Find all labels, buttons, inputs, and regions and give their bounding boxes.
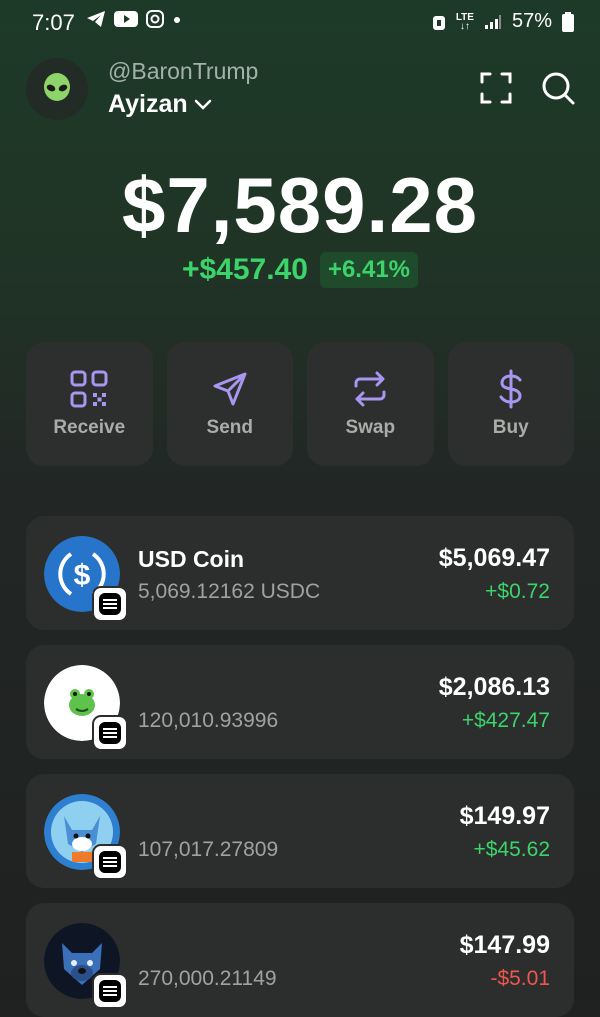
scan-icon[interactable] [476,68,516,108]
network-type: LTE ↓↑ [455,11,474,32]
status-time: 7:07 [32,10,75,35]
status-bar: 7:07 LTE ↓↑ 57% [0,0,600,44]
solana-icon [103,986,117,996]
alarm-icon [432,15,445,30]
token-name: USD Coin [138,546,245,572]
receive-button[interactable]: Receive [26,342,153,466]
receive-label: Receive [53,417,126,438]
buy-button[interactable]: Buy [447,342,574,466]
token-value: $147.99 [459,931,550,959]
balance-change: +$457.40 +6.41% [0,252,600,288]
token-amount: 120,010.93996 [138,709,279,732]
buy-label: Buy [492,417,529,438]
chevron-down-icon [194,99,211,110]
token-row-frog[interactable]: 120,010.93996 $2,086.13 +$427.47 [26,645,574,759]
token-change: +$45.62 [473,838,551,861]
token-change: +$0.72 [485,580,550,603]
token-change: -$5.01 [490,967,550,990]
qr-code-icon [70,370,108,408]
avatar[interactable] [26,58,88,120]
signal-icon [484,14,501,29]
solana-badge [92,715,128,751]
token-row-fox[interactable]: 107,017.27809 $149.97 +$45.62 [26,774,574,888]
search-icon[interactable] [538,68,578,108]
instagram-icon [146,10,164,28]
notification-icons [86,10,182,28]
action-buttons: Receive Send Swap Buy [26,342,574,466]
solana-icon [103,857,117,867]
token-value: $149.97 [459,802,550,830]
dot-icon [174,17,180,23]
total-balance: $7,589.28 [121,161,478,249]
swap-icon [354,371,386,407]
token-amount: 107,017.27809 [138,838,279,861]
solana-badge [92,586,128,622]
solana-icon [103,728,117,738]
youtube-icon [114,11,138,27]
change-percent-badge: +6.41% [319,252,419,288]
dollar-icon [499,369,522,409]
send-icon [213,372,247,406]
token-amount: 5,069.12162 USDC [138,580,321,603]
swap-button[interactable]: Swap [307,342,434,466]
system-status: LTE ↓↑ 57% [432,10,574,33]
solana-icon [103,599,117,609]
telegram-icon [87,11,105,27]
account-selector[interactable]: Ayizan [108,90,212,119]
solana-badge [92,844,128,880]
token-amount: 270,000.21149 [138,967,277,990]
token-change: +$427.47 [461,709,550,732]
change-amount: +$457.40 [181,253,308,286]
username-handle[interactable]: @BaronTrump [108,58,258,85]
wallet-header: @BaronTrump Ayizan [0,50,600,130]
solana-badge [92,973,128,1009]
svg-text:$: $ [74,559,91,592]
account-name: Ayizan [108,90,188,118]
alien-icon [44,73,70,101]
send-button[interactable]: Send [166,342,293,466]
token-value: $5,069.47 [438,544,550,572]
token-row-usdc[interactable]: $ USD Coin 5,069.12162 USDC $5,069.47 +$… [26,516,574,630]
battery-icon [562,11,574,32]
swap-label: Swap [345,417,396,438]
battery-percent: 57% [511,10,552,32]
send-label: Send [206,417,253,438]
token-value: $2,086.13 [438,673,550,701]
